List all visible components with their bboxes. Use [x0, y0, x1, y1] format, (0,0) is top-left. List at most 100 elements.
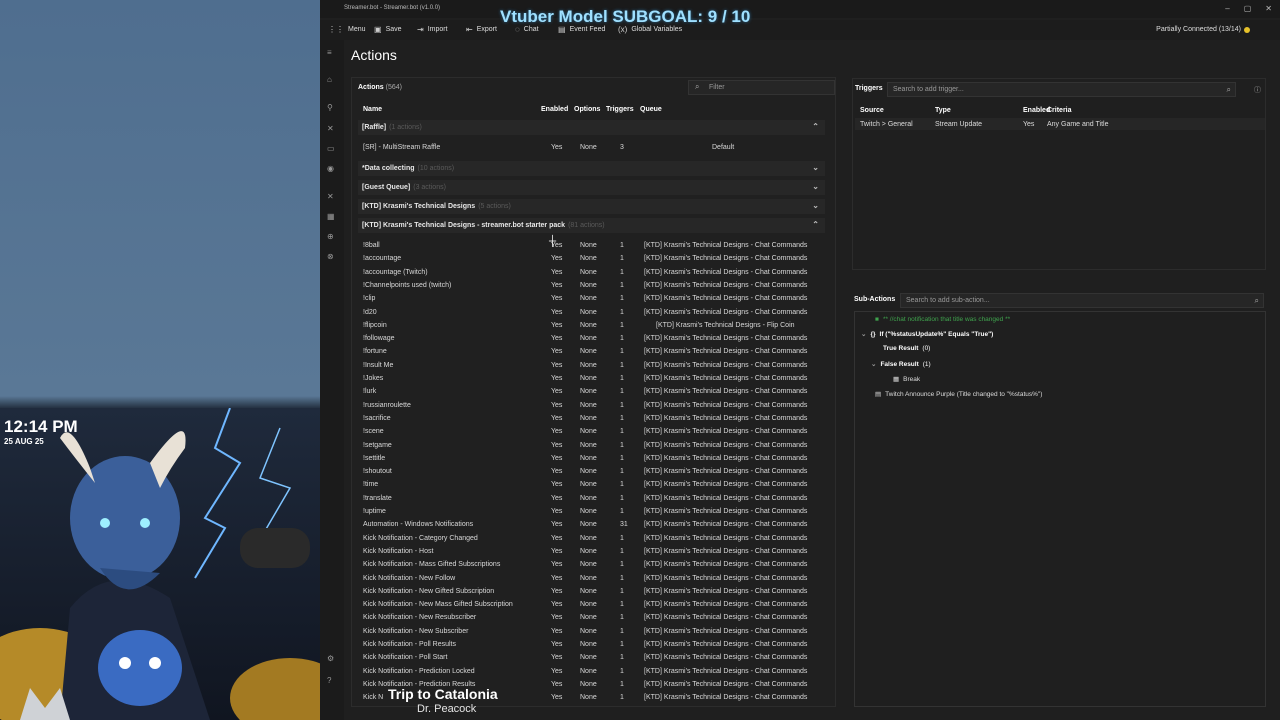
grid-menu-icon: ⋮⋮: [328, 25, 344, 34]
action-queue: [KTD] Krasmi's Technical Designs - Chat …: [644, 641, 808, 648]
export-button[interactable]: ⇤ Export: [466, 25, 497, 34]
menu-button[interactable]: ⋮⋮ Menu: [328, 25, 366, 34]
action-row[interactable]: Kick Notification - New Mass Gifted Subs…: [358, 598, 825, 611]
import-button[interactable]: ⇥ Import: [417, 25, 448, 34]
break-subaction[interactable]: ▦ Break: [893, 375, 920, 384]
action-triggers: 1: [620, 361, 624, 369]
false-result-branch[interactable]: ⌄ False Result (1): [871, 360, 931, 369]
column-triggers[interactable]: Triggers: [606, 106, 634, 113]
action-row[interactable]: !fortune Yes None 1 [KTD] Krasmi's Technical…: [358, 345, 825, 358]
action-row[interactable]: !d20 Yes None 1 [KTD] Krasmi's Technical Des…: [358, 306, 825, 319]
action-row[interactable]: !uptime Yes None 1 [KTD] Krasmi's Technical …: [358, 505, 825, 518]
action-row[interactable]: Kick Notification - Mass Gifted Subscrip…: [358, 558, 825, 571]
action-row[interactable]: Kick Notification - New Resubscriber Yes N…: [358, 611, 825, 624]
action-row[interactable]: !followage Yes None 1 [KTD] Krasmi's Technic…: [358, 332, 825, 345]
action-group-header[interactable]: [Guest Queue] (3 actions) ⌄: [358, 180, 825, 195]
action-enabled: Yes: [551, 494, 563, 502]
overlay-clock: 12:14 PM: [4, 417, 78, 436]
trigger-row[interactable]: Twitch > General Stream Update Yes Any G…: [855, 118, 1265, 130]
save-button[interactable]: ▣ Save: [374, 25, 402, 34]
chat-nav-icon[interactable]: ▭: [327, 144, 335, 153]
if-subaction[interactable]: ⌄ {} If ("%statusUpdate%" Equals "True"): [861, 330, 993, 339]
action-row[interactable]: Kick Notification - New Subscriber Yes Non…: [358, 625, 825, 638]
chevron-down-icon[interactable]: ⌄: [812, 182, 819, 191]
maximize-button[interactable]: ▢: [1244, 4, 1252, 13]
home-icon[interactable]: ⌂: [327, 75, 332, 84]
action-row[interactable]: !Jokes Yes None 1 [KTD] Krasmi's Technical D…: [358, 372, 825, 385]
action-name: !setgame: [363, 441, 392, 449]
action-row[interactable]: !time Yes None 1 [KTD] Krasmi's Technical De…: [358, 478, 825, 491]
action-row[interactable]: !8ball Yes None 1 [KTD] Krasmi's Technical D…: [358, 239, 825, 252]
action-row[interactable]: [SR] - MultiStream Raffle Yes None 3 Default: [358, 141, 825, 154]
action-row[interactable]: !Insult Me Yes None 1 [KTD] Krasmi's Technic…: [358, 359, 825, 372]
action-triggers: 1: [620, 348, 624, 356]
grid-icon[interactable]: ▦: [327, 212, 335, 221]
action-row[interactable]: !translate Yes None 1 [KTD] Krasmi's Technic…: [358, 492, 825, 505]
action-row[interactable]: !clip Yes None 1 [KTD] Krasmi's Technical De…: [358, 292, 825, 305]
action-group-header[interactable]: [Raffle] (1 actions) ⌃: [358, 120, 825, 135]
action-row[interactable]: !flipcoin Yes None 1 [KTD] Krasmi's Technica…: [358, 319, 825, 332]
action-row[interactable]: !Channelpoints used (twitch) Yes None 1 [KTD…: [358, 279, 825, 292]
action-row[interactable]: !setgame Yes None 1 [KTD] Krasmi's Technical…: [358, 439, 825, 452]
chevron-up-icon[interactable]: ⌃: [812, 220, 819, 229]
close-button[interactable]: ✕: [1265, 4, 1272, 13]
action-row[interactable]: Kick Notification - Poll Start Yes None 1 [K…: [358, 651, 825, 664]
action-options: None: [580, 641, 597, 648]
action-options: None: [580, 534, 597, 542]
info-icon[interactable]: ⓘ: [1254, 85, 1261, 95]
chevron-up-icon[interactable]: ⌃: [812, 122, 819, 131]
comment-subaction[interactable]: ■ ** //chat notification that title was …: [875, 316, 1010, 323]
tools-icon[interactable]: ✕: [327, 124, 334, 133]
action-row[interactable]: !shoutout Yes None 1 [KTD] Krasmi's Technica…: [358, 465, 825, 478]
actions-icon[interactable]: ⚲: [327, 103, 333, 112]
hamburger-icon[interactable]: ≡: [327, 48, 332, 57]
settings-gear-icon[interactable]: ⚙: [327, 654, 334, 663]
servers-icon[interactable]: ⊕: [327, 232, 334, 241]
action-group-header[interactable]: [KTD] Krasmi's Technical Designs - strea…: [358, 218, 825, 233]
column-enabled[interactable]: Enabled: [541, 106, 568, 113]
integrations-icon[interactable]: ✕: [327, 192, 334, 201]
action-row[interactable]: !sacrifice Yes None 1 [KTD] Krasmi's Technic…: [358, 412, 825, 425]
mouse-cursor-icon: ┼: [549, 236, 557, 247]
action-triggers: 1: [620, 468, 624, 476]
network-icon[interactable]: ⊗: [327, 252, 334, 261]
subaction-search-input[interactable]: Search to add sub-action... ⌕: [900, 293, 1264, 308]
action-enabled: Yes: [551, 641, 563, 648]
twitch-announce-subaction[interactable]: ▤ Twitch Announce Purple (Title changed …: [875, 390, 1042, 399]
action-row[interactable]: Automation - Windows Notifications Yes Non…: [358, 518, 825, 531]
column-name[interactable]: Name: [363, 106, 382, 113]
column-queue[interactable]: Queue: [640, 106, 662, 113]
chevron-down-icon[interactable]: ⌄: [812, 163, 819, 172]
column-source[interactable]: Source: [860, 107, 884, 114]
group-label: [KTD] Krasmi's Technical Designs - strea…: [362, 222, 566, 229]
action-triggers: 1: [620, 680, 624, 688]
action-row[interactable]: Kick Notification - Category Changed Yes N…: [358, 532, 825, 545]
chevron-down-icon[interactable]: ⌄: [812, 201, 819, 210]
action-enabled: Yes: [551, 414, 563, 422]
column-criteria[interactable]: Criteria: [1047, 107, 1072, 114]
trigger-search-input[interactable]: Search to add trigger... ⌕: [887, 82, 1236, 97]
action-row[interactable]: !lurk Yes None 1 [KTD] Krasmi's Technical De…: [358, 385, 825, 398]
action-row[interactable]: Kick Notification - Prediction Locked Yes…: [358, 665, 825, 678]
action-row[interactable]: !settitle Yes None 1 [KTD] Krasmi's Technica…: [358, 452, 825, 465]
filter-input[interactable]: ⌕ Filter: [688, 80, 835, 95]
action-row[interactable]: Kick Notification - Host Yes None 1 [KTD] Kr…: [358, 545, 825, 558]
action-group-header[interactable]: [KTD] Krasmi's Technical Designs (5 actio…: [358, 199, 825, 214]
action-row[interactable]: Kick Notification - Poll Results Yes None 1…: [358, 638, 825, 651]
media-icon[interactable]: ◉: [327, 164, 334, 173]
action-enabled: Yes: [551, 561, 563, 569]
filter-placeholder: Filter: [709, 84, 725, 91]
action-row[interactable]: Kick Notification - New Gifted Subscript…: [358, 585, 825, 598]
action-row[interactable]: !accountage (Twitch) Yes None 1 [KTD] Krasmi…: [358, 266, 825, 279]
column-options[interactable]: Options: [574, 106, 600, 113]
column-type[interactable]: Type: [935, 107, 951, 114]
true-result-branch[interactable]: True Result (0): [883, 345, 930, 352]
connection-status[interactable]: Partially Connected (13/14): [1156, 26, 1250, 33]
action-row[interactable]: !scene Yes None 1 [KTD] Krasmi's Technical D…: [358, 425, 825, 438]
action-group-header[interactable]: *Data collecting (10 actions) ⌄: [358, 161, 825, 176]
action-row[interactable]: !accountage Yes None 1 [KTD] Krasmi's Techni…: [358, 252, 825, 265]
minimize-button[interactable]: –: [1225, 4, 1229, 13]
help-icon[interactable]: ?: [327, 676, 331, 685]
action-row[interactable]: !russianroulette Yes None 1 [KTD] Krasmi's T…: [358, 399, 825, 412]
action-row[interactable]: Kick Notification - New Follow Yes None 1 [K…: [358, 572, 825, 585]
